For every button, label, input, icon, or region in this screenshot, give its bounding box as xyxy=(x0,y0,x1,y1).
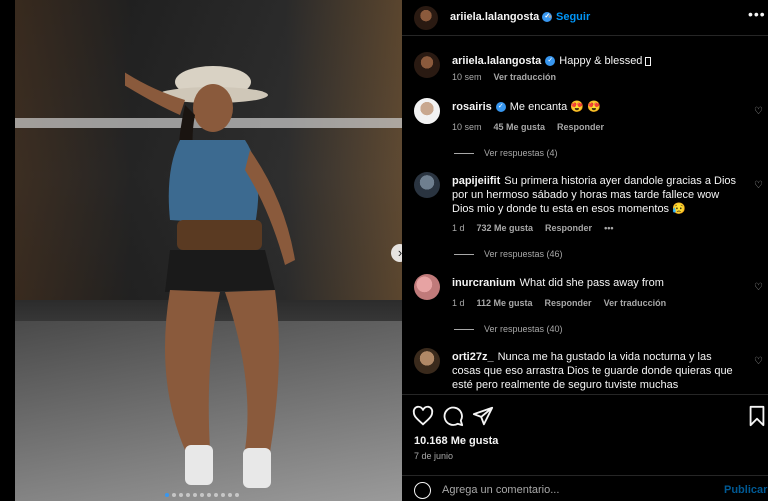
view-replies-label[interactable]: Ver respuestas (40) xyxy=(484,324,563,334)
pagination-dot xyxy=(207,493,211,497)
commenter-avatar[interactable] xyxy=(414,274,440,300)
more-icon[interactable]: ••• xyxy=(748,6,766,22)
comment-time: 1 d xyxy=(452,223,465,233)
comment-translate-link[interactable]: Ver traducción xyxy=(604,298,667,308)
comment-input[interactable] xyxy=(442,480,692,500)
author-avatar[interactable] xyxy=(414,6,438,30)
comment-likes[interactable]: 45 Me gusta xyxy=(494,122,546,132)
pagination-dot xyxy=(228,493,232,497)
post-date: 7 de junio xyxy=(414,451,454,461)
comment-like-icon[interactable]: ♡ xyxy=(754,106,763,117)
replies-line xyxy=(454,254,474,256)
comment-likes[interactable]: 732 Me gusta xyxy=(477,223,534,233)
caption-text: ariiela.lalangosta ✓ Happy & blessed xyxy=(452,54,742,68)
heart-icon[interactable] xyxy=(412,405,434,427)
pagination-dot xyxy=(200,493,204,497)
follow-button[interactable]: Seguir xyxy=(556,11,590,23)
pagination-dot xyxy=(221,493,225,497)
caption-placeholder-glyph xyxy=(645,56,652,66)
comment-like-icon[interactable]: ♡ xyxy=(754,180,763,191)
verified-icon: ✓ xyxy=(495,102,506,113)
pagination-dot xyxy=(235,493,239,497)
next-photo-button[interactable]: › xyxy=(391,244,402,262)
view-replies-button[interactable]: Ver respuestas (40) xyxy=(454,324,563,334)
reply-button[interactable]: Responder xyxy=(545,298,592,308)
caption-translate-link[interactable]: Ver traducción xyxy=(494,72,557,82)
view-replies-label[interactable]: Ver respuestas (46) xyxy=(484,249,563,259)
likes-count[interactable]: 10.168 Me gusta xyxy=(414,435,498,447)
comment-text: inurcranium What did she pass away from xyxy=(452,276,742,290)
caption-meta: 10 sem Ver traducción xyxy=(452,72,568,82)
add-comment-bar: Publicar xyxy=(402,475,768,501)
header-separator: • xyxy=(548,11,552,23)
comment-icon[interactable] xyxy=(442,405,464,427)
pagination-dot xyxy=(214,493,218,497)
commenter-avatar[interactable] xyxy=(414,172,440,198)
caption-time: 10 sem xyxy=(452,72,482,82)
post-header: ariiela.lalangosta ✓ • Seguir ••• xyxy=(402,0,768,36)
photo-figure xyxy=(125,66,295,488)
pagination-dot xyxy=(165,493,169,497)
post-modal: › ariiela.lalangosta ✓ • Seguir ••• ariie… xyxy=(0,0,768,501)
comments-list[interactable]: ariiela.lalangosta ✓ Happy & blessed 10 se… xyxy=(402,36,768,394)
replies-line xyxy=(454,153,474,155)
comment-meta: 10 sem 45 Me gusta Responder xyxy=(452,122,616,132)
post-side-panel: ariiela.lalangosta ✓ • Seguir ••• ariiela… xyxy=(402,0,768,501)
author-avatar[interactable] xyxy=(414,52,440,78)
comment-username[interactable]: orti27z_ xyxy=(452,351,494,363)
comment-like-icon[interactable]: ♡ xyxy=(754,282,763,293)
pagination-dot xyxy=(193,493,197,497)
comment-text: rosairis ✓ Me encanta 😍 😍 xyxy=(452,100,742,114)
verified-icon: ✓ xyxy=(545,56,556,67)
caption-username[interactable]: ariiela.lalangosta xyxy=(452,55,541,67)
photo-pagination xyxy=(165,493,239,497)
share-icon[interactable] xyxy=(472,405,494,427)
comment-time: 10 sem xyxy=(452,122,482,132)
reply-button[interactable]: Responder xyxy=(545,223,592,233)
author-username-text[interactable]: ariiela.lalangosta xyxy=(450,11,539,23)
comment-username[interactable]: rosairis xyxy=(452,101,492,113)
comment-likes[interactable]: 112 Me gusta xyxy=(477,298,533,308)
caption-body: Happy & blessed xyxy=(559,55,646,67)
comment-text: orti27z_ Nunca me ha gustado la vida noct… xyxy=(452,350,742,394)
comment-text: papijeiifit Su primera historia ayer dand… xyxy=(452,174,742,216)
view-replies-button[interactable]: Ver respuestas (4) xyxy=(454,148,558,158)
comment-body: What did she pass away from xyxy=(519,277,664,289)
comment-meta: 1 d 112 Me gusta Responder Ver traducción xyxy=(452,298,678,308)
pagination-dot xyxy=(172,493,176,497)
bookmark-icon[interactable] xyxy=(746,405,768,427)
comment-username[interactable]: papijeiifit xyxy=(452,175,500,187)
pagination-dot xyxy=(186,493,190,497)
reply-button[interactable]: Responder xyxy=(557,122,604,132)
comment-body: Me encanta 😍 😍 xyxy=(509,101,601,113)
post-actions: 10.168 Me gusta 7 de junio Publicar xyxy=(402,394,768,501)
comment-options-icon[interactable]: ••• xyxy=(604,223,613,233)
replies-line xyxy=(454,329,474,331)
commenter-avatar[interactable] xyxy=(414,98,440,124)
comment-meta: 1 d 732 Me gusta Responder ••• xyxy=(452,223,626,233)
comment-username[interactable]: inurcranium xyxy=(452,277,516,289)
view-replies-button[interactable]: Ver respuestas (46) xyxy=(454,249,563,259)
commenter-avatar[interactable] xyxy=(414,348,440,374)
post-photo[interactable]: › xyxy=(15,0,402,501)
publish-button[interactable]: Publicar xyxy=(724,484,767,496)
view-replies-label[interactable]: Ver respuestas (4) xyxy=(484,148,558,158)
comment-body: Nunca me ha gustado la vida nocturna y l… xyxy=(452,351,733,394)
author-username[interactable]: ariiela.lalangosta ✓ xyxy=(450,11,553,23)
emoji-icon[interactable] xyxy=(414,482,431,499)
comment-like-icon[interactable]: ♡ xyxy=(754,356,763,367)
pagination-dot xyxy=(179,493,183,497)
comment-time: 1 d xyxy=(452,298,465,308)
